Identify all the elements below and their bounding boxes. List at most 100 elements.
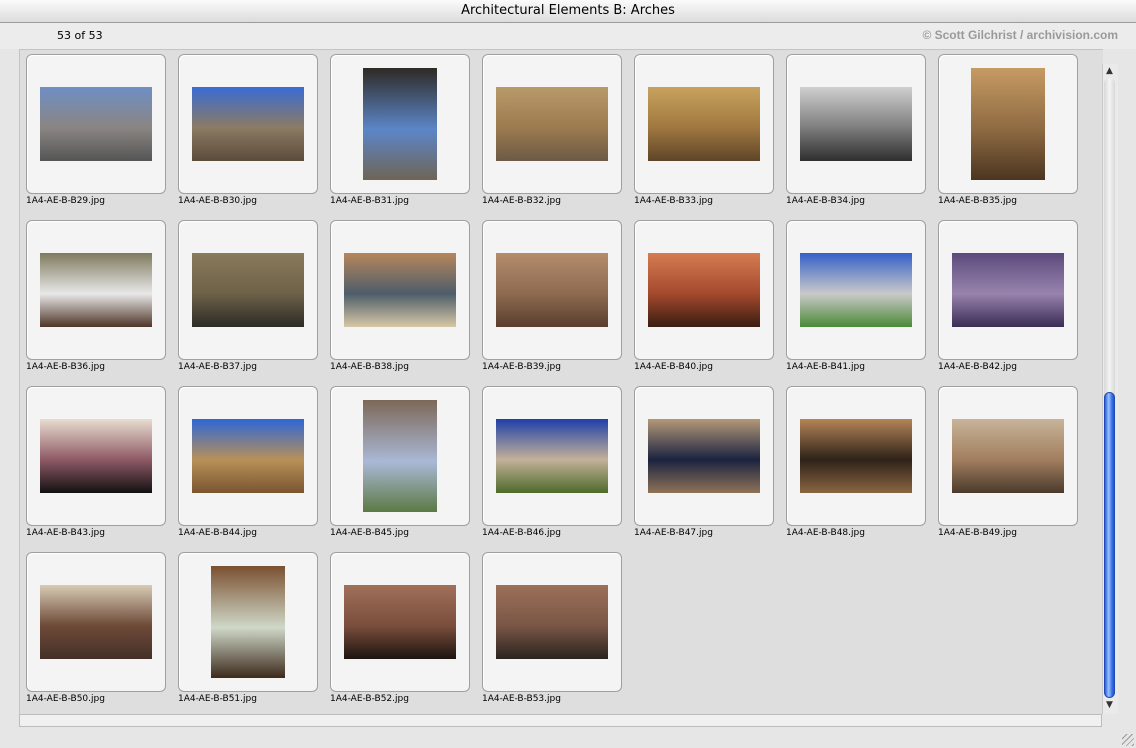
copyright-notice: © Scott Gilchrist / archivision.com: [922, 28, 1118, 42]
thumbnail-filename: 1A4-AE-B-B41.jpg: [786, 362, 865, 372]
thumbnail-item[interactable]: 1A4-AE-B-B37.jpg: [172, 216, 324, 382]
thumbnail-image[interactable]: [192, 253, 304, 327]
thumbnail-item[interactable]: 1A4-AE-B-B44.jpg: [172, 382, 324, 548]
thumbnail-image[interactable]: [648, 87, 760, 161]
thumbnail-filename: 1A4-AE-B-B44.jpg: [178, 528, 257, 538]
thumbnail-image[interactable]: [344, 253, 456, 327]
thumbnail-item[interactable]: 1A4-AE-B-B30.jpg: [172, 50, 324, 216]
slide-frame[interactable]: [482, 386, 622, 526]
thumbnail-image[interactable]: [40, 253, 152, 327]
thumbnail-filename: 1A4-AE-B-B34.jpg: [786, 196, 865, 206]
thumbnail-image[interactable]: [496, 253, 608, 327]
thumbnail-filename: 1A4-AE-B-B40.jpg: [634, 362, 713, 372]
thumbnail-item[interactable]: 1A4-AE-B-B50.jpg: [20, 548, 172, 714]
thumbnail-item[interactable]: 1A4-AE-B-B53.jpg: [476, 548, 628, 714]
thumbnail-image[interactable]: [800, 419, 912, 493]
thumbnail-item[interactable]: 1A4-AE-B-B35.jpg: [932, 50, 1084, 216]
thumbnail-item[interactable]: 1A4-AE-B-B52.jpg: [324, 548, 476, 714]
thumbnail-filename: 1A4-AE-B-B42.jpg: [938, 362, 1017, 372]
slide-frame[interactable]: [178, 386, 318, 526]
scroll-down-arrow[interactable]: ▼: [1102, 698, 1117, 712]
thumbnail-image[interactable]: [363, 68, 437, 180]
thumbnail-image[interactable]: [496, 419, 608, 493]
thumbnail-item[interactable]: 1A4-AE-B-B33.jpg: [628, 50, 780, 216]
thumbnail-item[interactable]: 1A4-AE-B-B45.jpg: [324, 382, 476, 548]
thumbnail-item[interactable]: 1A4-AE-B-B49.jpg: [932, 382, 1084, 548]
thumbnail-image[interactable]: [40, 87, 152, 161]
slide-frame[interactable]: [178, 220, 318, 360]
thumbnail-item[interactable]: 1A4-AE-B-B38.jpg: [324, 216, 476, 382]
browser-header: 53 of 53 © Scott Gilchrist / archivision…: [0, 23, 1136, 49]
thumbnail-filename: 1A4-AE-B-B46.jpg: [482, 528, 561, 538]
slide-frame[interactable]: [786, 54, 926, 194]
thumbnail-image[interactable]: [192, 87, 304, 161]
thumbnail-filename: 1A4-AE-B-B43.jpg: [26, 528, 105, 538]
thumbnail-image[interactable]: [40, 585, 152, 659]
slide-frame[interactable]: [786, 220, 926, 360]
slide-frame[interactable]: [330, 54, 470, 194]
thumbnail-grid: 1A4-AE-B-B29.jpg 1A4-AE-B-B30.jpg 1A4-AE-B…: [19, 49, 1103, 715]
thumbnail-item[interactable]: 1A4-AE-B-B32.jpg: [476, 50, 628, 216]
thumbnail-item[interactable]: 1A4-AE-B-B43.jpg: [20, 382, 172, 548]
thumbnail-item[interactable]: 1A4-AE-B-B48.jpg: [780, 382, 932, 548]
thumbnail-image[interactable]: [800, 87, 912, 161]
slide-frame[interactable]: [938, 386, 1078, 526]
thumbnail-image[interactable]: [344, 585, 456, 659]
slide-frame[interactable]: [26, 54, 166, 194]
thumbnail-item[interactable]: 1A4-AE-B-B39.jpg: [476, 216, 628, 382]
thumbnail-item[interactable]: 1A4-AE-B-B41.jpg: [780, 216, 932, 382]
thumbnail-image[interactable]: [40, 419, 152, 493]
slide-frame[interactable]: [482, 54, 622, 194]
slide-frame[interactable]: [482, 552, 622, 692]
thumbnail-image[interactable]: [363, 400, 437, 512]
thumbnail-image[interactable]: [496, 585, 608, 659]
thumbnail-image[interactable]: [971, 68, 1045, 180]
thumbnail-image[interactable]: [648, 419, 760, 493]
slide-frame[interactable]: [26, 552, 166, 692]
thumbnail-filename: 1A4-AE-B-B29.jpg: [26, 196, 105, 206]
thumbnail-item[interactable]: 1A4-AE-B-B34.jpg: [780, 50, 932, 216]
slide-frame[interactable]: [178, 552, 318, 692]
slide-frame[interactable]: [482, 220, 622, 360]
slide-frame[interactable]: [178, 54, 318, 194]
thumbnail-filename: 1A4-AE-B-B38.jpg: [330, 362, 409, 372]
thumbnail-filename: 1A4-AE-B-B37.jpg: [178, 362, 257, 372]
slide-frame[interactable]: [26, 220, 166, 360]
slide-frame[interactable]: [938, 54, 1078, 194]
image-count: 53 of 53: [57, 29, 103, 42]
thumbnail-image[interactable]: [952, 419, 1064, 493]
thumbnail-filename: 1A4-AE-B-B47.jpg: [634, 528, 713, 538]
thumbnail-item[interactable]: 1A4-AE-B-B40.jpg: [628, 216, 780, 382]
thumbnail-filename: 1A4-AE-B-B35.jpg: [938, 196, 1017, 206]
thumbnail-filename: 1A4-AE-B-B30.jpg: [178, 196, 257, 206]
slide-frame[interactable]: [330, 386, 470, 526]
thumbnail-item[interactable]: 1A4-AE-B-B51.jpg: [172, 548, 324, 714]
slide-frame[interactable]: [938, 220, 1078, 360]
slide-frame[interactable]: [634, 386, 774, 526]
slide-frame[interactable]: [634, 54, 774, 194]
thumbnail-item[interactable]: 1A4-AE-B-B47.jpg: [628, 382, 780, 548]
thumbnail-image[interactable]: [952, 253, 1064, 327]
scroll-up-arrow[interactable]: ▲: [1102, 64, 1117, 78]
slide-frame[interactable]: [330, 220, 470, 360]
slide-frame[interactable]: [634, 220, 774, 360]
horizontal-scrollbar[interactable]: [19, 714, 1102, 727]
thumbnail-image[interactable]: [211, 566, 285, 678]
slide-frame[interactable]: [786, 386, 926, 526]
slide-frame[interactable]: [330, 552, 470, 692]
thumbnail-filename: 1A4-AE-B-B51.jpg: [178, 694, 257, 704]
scroll-thumb[interactable]: [1104, 392, 1115, 698]
thumbnail-item[interactable]: 1A4-AE-B-B46.jpg: [476, 382, 628, 548]
thumbnail-item[interactable]: 1A4-AE-B-B36.jpg: [20, 216, 172, 382]
thumbnail-image[interactable]: [496, 87, 608, 161]
thumbnail-item[interactable]: 1A4-AE-B-B29.jpg: [20, 50, 172, 216]
resize-grip-icon[interactable]: [1122, 734, 1134, 746]
slide-frame[interactable]: [26, 386, 166, 526]
thumbnail-item[interactable]: 1A4-AE-B-B42.jpg: [932, 216, 1084, 382]
thumbnail-filename: 1A4-AE-B-B52.jpg: [330, 694, 409, 704]
thumbnail-image[interactable]: [800, 253, 912, 327]
thumbnail-image[interactable]: [648, 253, 760, 327]
thumbnail-image[interactable]: [192, 419, 304, 493]
thumbnail-filename: 1A4-AE-B-B49.jpg: [938, 528, 1017, 538]
thumbnail-item[interactable]: 1A4-AE-B-B31.jpg: [324, 50, 476, 216]
